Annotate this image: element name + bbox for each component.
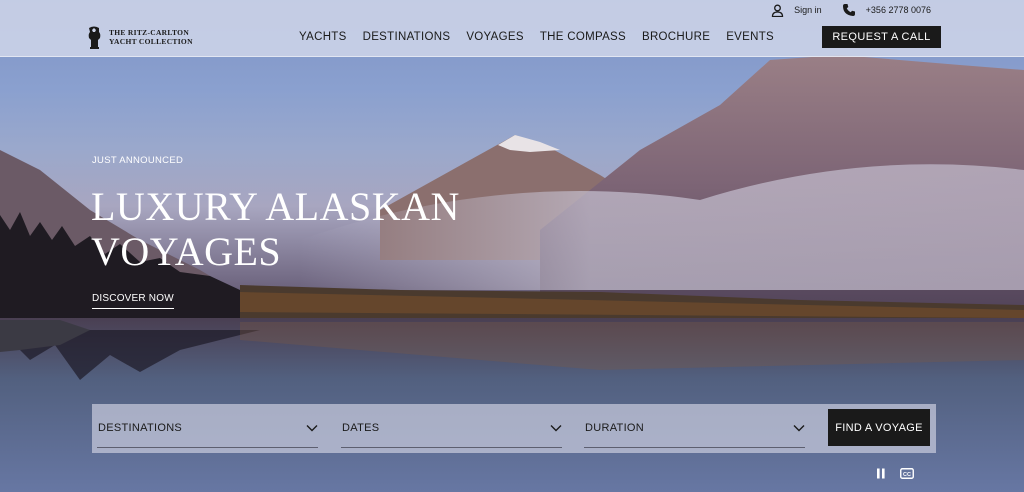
- brand-line-2: YACHT COLLECTION: [109, 37, 193, 46]
- dates-label: DATES: [342, 422, 380, 434]
- utility-bar: Sign in +356 2778 0076: [771, 3, 931, 17]
- video-controls: CC: [876, 466, 914, 484]
- chevron-down-icon: [793, 425, 805, 432]
- hero-eyebrow: JUST ANNOUNCED: [92, 155, 184, 166]
- nav-item-voyages[interactable]: VOYAGES: [466, 31, 524, 43]
- phone-icon: [842, 4, 855, 16]
- nav-item-brochure[interactable]: BROCHURE: [642, 31, 710, 43]
- hero-headline: LUXURY ALASKAN VOYAGES: [91, 184, 460, 274]
- nav-item-the-compass[interactable]: THE COMPASS: [540, 31, 626, 43]
- site-header: Sign in +356 2778 0076 THE RITZ-CARLTON …: [0, 0, 1024, 57]
- brand-line-1: THE RITZ-CARLTON: [109, 28, 190, 37]
- nav-item-events[interactable]: EVENTS: [726, 31, 774, 43]
- main-nav: YACHTS DESTINATIONS VOYAGES THE COMPASS …: [299, 31, 774, 43]
- user-icon: [771, 4, 784, 17]
- duration-select[interactable]: DURATION: [584, 414, 805, 448]
- nav-item-destinations[interactable]: DESTINATIONS: [363, 31, 451, 43]
- svg-text:CC: CC: [903, 472, 911, 478]
- chevron-down-icon: [550, 425, 562, 432]
- phone-link[interactable]: +356 2778 0076: [842, 3, 931, 17]
- pause-icon[interactable]: [876, 466, 886, 484]
- nav-item-yachts[interactable]: YACHTS: [299, 31, 347, 43]
- discover-now-link[interactable]: DISCOVER NOW: [92, 293, 174, 309]
- voyage-search-bar: DESTINATIONS DATES DURATION FIND A VOYAG…: [92, 404, 936, 453]
- chevron-down-icon: [306, 425, 318, 432]
- find-a-voyage-button[interactable]: FIND A VOYAGE: [828, 409, 930, 446]
- lion-crest-icon: [88, 26, 101, 49]
- brand-wordmark: THE RITZ-CARLTON YACHT COLLECTION: [109, 28, 193, 46]
- sign-in-label: Sign in: [794, 5, 822, 15]
- destinations-select[interactable]: DESTINATIONS: [97, 414, 318, 448]
- request-a-call-button[interactable]: REQUEST A CALL: [822, 26, 941, 48]
- captions-icon[interactable]: CC: [900, 466, 914, 484]
- sign-in-link[interactable]: Sign in: [771, 4, 822, 17]
- dates-select[interactable]: DATES: [341, 414, 562, 448]
- phone-number: +356 2778 0076: [865, 5, 931, 15]
- destinations-label: DESTINATIONS: [98, 422, 183, 434]
- duration-label: DURATION: [585, 422, 645, 434]
- brand-logo[interactable]: THE RITZ-CARLTON YACHT COLLECTION: [86, 25, 193, 49]
